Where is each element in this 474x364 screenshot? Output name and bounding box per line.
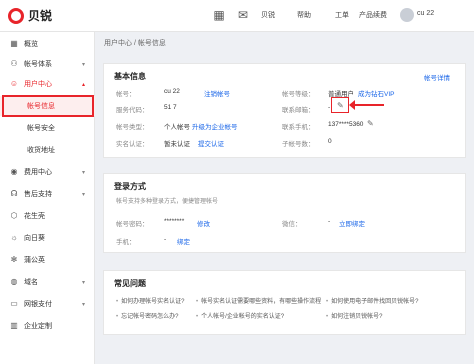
edit-highlight-box xyxy=(331,97,349,113)
grid-icon: ▦ xyxy=(10,39,18,48)
chevron-down-icon: ▾ xyxy=(82,169,86,176)
sidebar-item-support[interactable]: ☊ 售后支持 ▾ xyxy=(0,184,95,204)
login-methods-desc: 帐号支持多种登录方式，便捷管理帐号 xyxy=(116,199,219,205)
breadcrumb: 用户中心 / 帐号信息 xyxy=(104,40,166,47)
brand-name: 贝锐 xyxy=(28,9,53,23)
bind-wechat-link[interactable]: 立即绑定 xyxy=(339,218,365,228)
sidebar-item-overview[interactable]: ▦ 概览 xyxy=(0,34,95,54)
globe-icon: ◍ xyxy=(10,277,18,286)
account-type-label: 帐号类型： xyxy=(116,124,149,131)
password-label: 帐号密码： xyxy=(116,221,149,228)
email-value: - xyxy=(328,104,331,111)
login-methods-card: 登录方式 帐号支持多种登录方式，便捷管理帐号 帐号密码： ******** 修改… xyxy=(103,173,466,253)
sidebar-item-account-system[interactable]: ⚇ 帐号体系 ▾ xyxy=(0,54,95,74)
faq-item[interactable]: 如何注销贝锐帐号? xyxy=(326,311,382,320)
building-icon: ▥ xyxy=(10,321,18,330)
dandelion-icon: ✻ xyxy=(10,255,18,264)
chevron-down-icon: ▾ xyxy=(82,191,86,198)
user-name[interactable]: cu 22 xyxy=(417,10,434,17)
upgrade-enterprise-link[interactable]: 升级为企业帐号 xyxy=(192,121,238,131)
pointer-arrow xyxy=(349,100,384,110)
mail-icon[interactable]: ✉ xyxy=(236,8,250,22)
password-value: ******** xyxy=(164,218,185,225)
sidebar-item-domain[interactable]: ◍ 域名 ▾ xyxy=(0,272,95,292)
sub-accounts-value: 0 xyxy=(328,138,332,145)
sidebar-item-address[interactable]: 收货地址 xyxy=(0,140,95,160)
wechat-label: 微信： xyxy=(282,221,302,228)
faq-item[interactable]: 如何使用电子邮件找回贝锐帐号? xyxy=(326,296,418,305)
cube-icon: ⬡ xyxy=(10,211,18,220)
level-label: 帐号等级： xyxy=(282,91,315,98)
sun-icon: ☼ xyxy=(10,233,18,242)
become-vip-link[interactable]: 成为钻石VIP xyxy=(358,88,394,98)
user-icon: ☺ xyxy=(9,79,19,88)
cancel-account-link[interactable]: 注销帐号 xyxy=(204,88,230,98)
login-methods-title: 登录方式 xyxy=(114,182,146,191)
service-code-label: 服务代码： xyxy=(116,107,149,114)
email-label: 联系邮箱： xyxy=(282,107,315,114)
account-details-link[interactable]: 帐号详情 xyxy=(424,72,450,82)
sidebar-item-user-center[interactable]: ☺ 用户中心 ▴ xyxy=(0,74,95,94)
sidebar-item-sunlogin[interactable]: ☼ 向日葵 xyxy=(0,228,95,248)
phone-value: 137****5360 xyxy=(328,121,364,128)
chevron-down-icon: ▾ xyxy=(82,301,86,308)
coin-icon: ◉ xyxy=(10,167,18,176)
sub-accounts-label: 子帐号数： xyxy=(282,141,315,148)
headset-icon: ☊ xyxy=(10,189,18,198)
change-password-link[interactable]: 修改 xyxy=(197,218,210,228)
nav-renew[interactable]: 产品续费 xyxy=(359,10,387,20)
nav-ticket[interactable]: 工单 xyxy=(335,10,349,20)
people-icon: ⚇ xyxy=(10,59,18,68)
faq-item[interactable]: 如何办理帐号实名认证? xyxy=(116,296,184,305)
basic-info-title: 基本信息 xyxy=(114,72,146,81)
realname-label: 实名认证： xyxy=(116,141,149,148)
faq-title: 常见问题 xyxy=(114,279,146,288)
faq-item[interactable]: 忘记帐号密码怎么办? xyxy=(116,311,178,320)
account-type-value: 个人帐号 xyxy=(164,124,190,131)
edit-phone-icon[interactable]: ✎ xyxy=(367,119,374,128)
realname-value: 暂未认证 xyxy=(164,141,190,148)
chevron-up-icon: ▴ xyxy=(82,81,86,88)
sidebar-item-huashengke[interactable]: ⬡ 花生壳 xyxy=(0,206,95,226)
sidebar-item-payment[interactable]: ▭ 网银支付 ▾ xyxy=(0,294,95,314)
submit-verification-link[interactable]: 提交认证 xyxy=(198,138,224,148)
grid-icon[interactable]: ▦ xyxy=(212,8,226,22)
card-icon: ▭ xyxy=(10,299,18,308)
nav-beirui[interactable]: 贝锐 xyxy=(261,10,275,20)
faq-item[interactable]: 个人帐号/企业帐号的实名认证? xyxy=(196,311,284,320)
faq-card: 常见问题 如何办理帐号实名认证? 帐号实名认证需要哪些资料，有哪些操作流程 如何… xyxy=(103,270,466,335)
phone-login-value: - xyxy=(164,236,167,243)
account-value: cu 22 xyxy=(164,88,180,95)
sidebar-item-account-security[interactable]: 帐号安全 xyxy=(0,118,95,138)
chevron-down-icon: ▾ xyxy=(82,279,86,286)
top-bar: 贝锐 ▦ ✉ 贝锐 帮助 工单 产品续费 cu 22 xyxy=(0,0,474,32)
logo[interactable]: 贝锐 xyxy=(8,7,52,24)
logo-icon xyxy=(8,7,24,24)
chevron-down-icon: ▾ xyxy=(82,61,86,68)
account-label: 帐号： xyxy=(116,91,136,98)
sidebar-item-billing[interactable]: ◉ 费用中心 ▾ xyxy=(0,162,95,182)
highlight-box xyxy=(2,95,94,117)
sidebar-item-pgy[interactable]: ✻ 蒲公英 xyxy=(0,250,95,270)
phone-login-label: 手机： xyxy=(116,239,136,246)
sidebar-item-enterprise[interactable]: ▥ 企业定制 xyxy=(0,316,95,336)
wechat-value: - xyxy=(328,218,331,225)
avatar[interactable] xyxy=(400,8,414,22)
service-code-value: 51 7 xyxy=(164,104,177,111)
phone-label: 联系手机： xyxy=(282,124,315,131)
sidebar: ▦ 概览 ⚇ 帐号体系 ▾ ☺ 用户中心 ▴ 帐号信息 帐号安全 收货地址 ◉ 费用中心 ▾ … xyxy=(0,32,95,364)
faq-item[interactable]: 帐号实名认证需要哪些资料，有哪些操作流程 xyxy=(196,296,321,305)
bind-phone-link[interactable]: 绑定 xyxy=(177,236,190,246)
nav-help[interactable]: 帮助 xyxy=(297,10,311,20)
basic-info-card: 基本信息 帐号详情 帐号： cu 22 注销帐号 服务代码： 51 7 帐号类型… xyxy=(103,63,466,158)
